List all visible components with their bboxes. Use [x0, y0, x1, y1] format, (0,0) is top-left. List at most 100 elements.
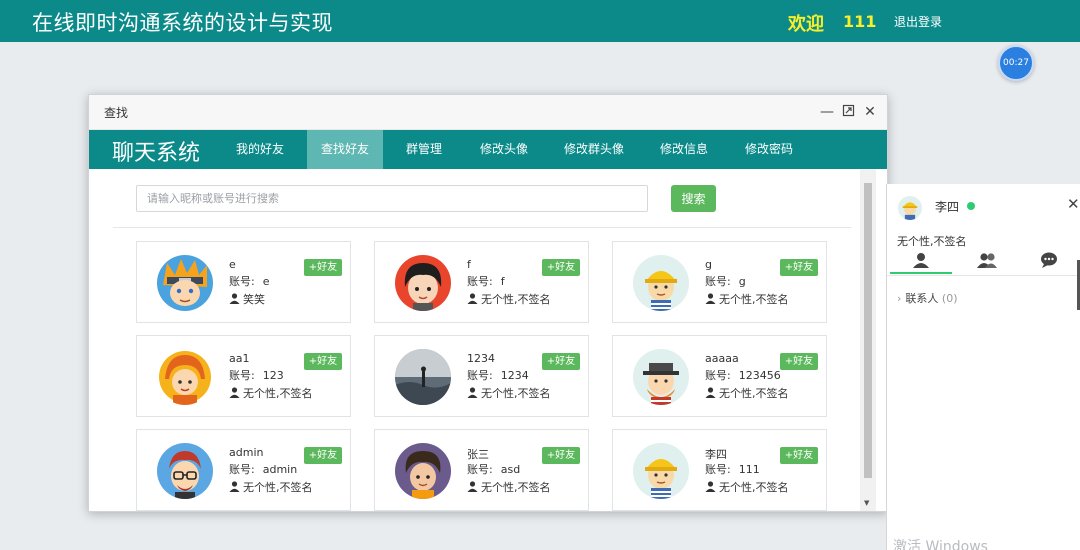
- chat-side-panel: 李四 ✕ 无个性,不签名 › 联系人 (0): [886, 184, 1080, 550]
- welcome-text: 欢迎: [788, 14, 824, 35]
- tabs-divider: [887, 275, 1080, 276]
- user-account: 账号: e: [229, 273, 270, 289]
- account-label: 账号:: [467, 463, 493, 476]
- account-label: 账号:: [705, 275, 731, 288]
- user-account: 账号: g: [705, 273, 746, 289]
- add-friend-button[interactable]: +好友: [780, 447, 818, 464]
- boy-black-hair-avatar[interactable]: [395, 255, 451, 311]
- chat-tab-icon[interactable]: [1018, 248, 1080, 274]
- account-label: 账号:: [467, 369, 493, 382]
- user-icon: [229, 293, 243, 306]
- account-value: g: [738, 275, 746, 288]
- naruto-avatar[interactable]: [157, 255, 213, 311]
- divider: [113, 227, 851, 228]
- add-friend-button[interactable]: +好友: [542, 447, 580, 464]
- account-value: 123456: [738, 369, 781, 382]
- scrollbar-thumb[interactable]: [864, 183, 872, 478]
- worker-hardhat-avatar[interactable]: [633, 443, 689, 499]
- logout-link[interactable]: 退出登录: [894, 13, 942, 30]
- user-account: 账号: 123: [229, 367, 284, 383]
- user-card: admin 账号: admin 无个性,不签名 +好友: [136, 429, 351, 511]
- user-nickname: e: [229, 258, 236, 271]
- add-friend-button[interactable]: +好友: [780, 259, 818, 276]
- signature-text: 笑笑: [243, 293, 265, 306]
- tab-find-friends[interactable]: 查找好友: [307, 130, 383, 169]
- user-card: 1234 账号: 1234 无个性,不签名 +好友: [374, 335, 589, 417]
- online-status-dot: [967, 202, 975, 210]
- add-friend-button[interactable]: +好友: [542, 259, 580, 276]
- user-account: 账号: f: [467, 273, 505, 289]
- user-nickname: admin: [229, 446, 264, 459]
- account-label: 账号:: [229, 369, 255, 382]
- user-card: aaaaa 账号: 123456 无个性,不签名 +好友: [612, 335, 827, 417]
- user-nickname: aaaaa: [705, 352, 739, 365]
- user-account: 账号: 123456: [705, 367, 781, 383]
- signature-text: 无个性,不签名: [243, 387, 313, 400]
- seaside-photo-avatar[interactable]: [395, 349, 451, 405]
- side-avatar[interactable]: [898, 196, 922, 220]
- signature-text: 无个性,不签名: [481, 387, 551, 400]
- user-nickname: aa1: [229, 352, 250, 365]
- tab-group-manage[interactable]: 群管理: [391, 130, 457, 169]
- user-account: 账号: 1234: [467, 367, 529, 383]
- contacts-label: 联系人: [905, 292, 939, 305]
- hat-beard-man-avatar[interactable]: [633, 349, 689, 405]
- friends-tab-icon[interactable]: [890, 248, 952, 274]
- user-icon: [705, 293, 719, 306]
- add-friend-button[interactable]: +好友: [304, 353, 342, 370]
- group-tab-icon[interactable]: [954, 248, 1016, 274]
- tab-change-group-avatar[interactable]: 修改群头像: [554, 130, 634, 169]
- user-icon: [467, 481, 481, 494]
- search-button[interactable]: 搜索: [671, 185, 716, 212]
- window-title: 查找: [104, 106, 129, 120]
- account-value: 111: [738, 463, 760, 476]
- user-card: 张三 账号: asd 无个性,不签名 +好友: [374, 429, 589, 511]
- add-friend-button[interactable]: +好友: [542, 353, 580, 370]
- account-value: f: [500, 275, 505, 288]
- orange-hair-girl-avatar[interactable]: [157, 349, 213, 405]
- timer-badge[interactable]: 00:27: [998, 45, 1034, 81]
- tab-my-friends[interactable]: 我的好友: [224, 130, 296, 169]
- account-value: 123: [262, 369, 284, 382]
- user-account: 账号: asd: [467, 461, 520, 477]
- scrollbar[interactable]: ▼: [860, 169, 876, 511]
- maximize-icon[interactable]: [840, 104, 856, 121]
- search-input[interactable]: [136, 185, 648, 212]
- user-icon: [229, 481, 243, 494]
- user-signature: 无个性,不签名: [705, 479, 789, 495]
- account-label: 账号:: [705, 369, 731, 382]
- tab-change-info[interactable]: 修改信息: [649, 130, 719, 169]
- worker-hardhat-avatar[interactable]: [633, 255, 689, 311]
- user-account: 账号: admin: [229, 461, 297, 477]
- window-titlebar[interactable]: 查找 — ✕: [89, 95, 887, 130]
- tab-change-avatar[interactable]: 修改头像: [469, 130, 539, 169]
- glasses-man-avatar[interactable]: [157, 443, 213, 499]
- user-card: aa1 账号: 123 无个性,不签名 +好友: [136, 335, 351, 417]
- search-content: 搜索 e 账号: e 笑笑 +好友 f 账号: f 无个性,不签名 +好友 g 账号: g 无个性,不签名…: [101, 169, 861, 511]
- side-close-icon[interactable]: ✕: [1067, 195, 1080, 213]
- user-icon: [705, 481, 719, 494]
- user-icon: [705, 387, 719, 400]
- curly-hair-boy-avatar[interactable]: [395, 443, 451, 499]
- contacts-group[interactable]: › 联系人 (0): [897, 290, 958, 306]
- signature-text: 无个性,不签名: [719, 481, 789, 494]
- account-value: e: [262, 275, 270, 288]
- side-signature: 无个性,不签名: [897, 235, 967, 248]
- close-icon[interactable]: ✕: [862, 104, 878, 120]
- minimize-icon[interactable]: —: [819, 104, 835, 120]
- user-signature: 无个性,不签名: [229, 385, 313, 401]
- account-label: 账号:: [229, 463, 255, 476]
- add-friend-button[interactable]: +好友: [304, 447, 342, 464]
- user-card: e 账号: e 笑笑 +好友: [136, 241, 351, 323]
- signature-text: 无个性,不签名: [719, 293, 789, 306]
- add-friend-button[interactable]: +好友: [304, 259, 342, 276]
- user-signature: 无个性,不签名: [229, 479, 313, 495]
- tab-change-password[interactable]: 修改密码: [734, 130, 804, 169]
- signature-text: 无个性,不签名: [481, 293, 551, 306]
- scroll-down-arrow-icon[interactable]: ▼: [864, 499, 869, 507]
- user-signature: 无个性,不签名: [467, 479, 551, 495]
- user-card: 李四 账号: 111 无个性,不签名 +好友: [612, 429, 827, 511]
- current-username: 111: [843, 12, 877, 31]
- add-friend-button[interactable]: +好友: [780, 353, 818, 370]
- brand-title: 聊天系统: [112, 141, 201, 166]
